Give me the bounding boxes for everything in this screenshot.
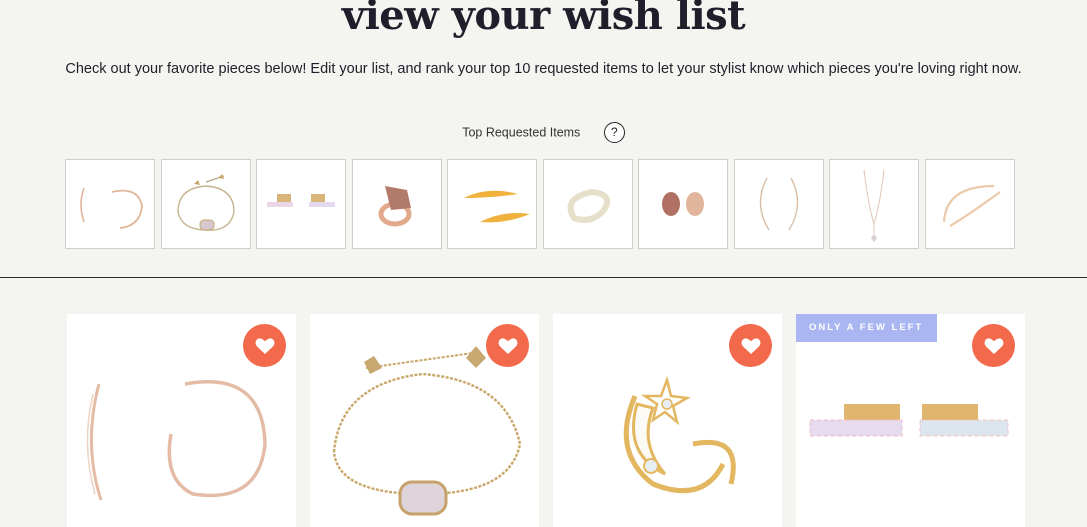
ear-climber-icon[interactable]	[447, 159, 537, 249]
wishlist-card-chain-bracelet[interactable]	[310, 314, 539, 527]
wishlist-grid: ONLY A FEW LEFT	[67, 314, 1039, 527]
heart-icon[interactable]	[243, 324, 286, 367]
bracelet-icon[interactable]	[160, 159, 251, 249]
top-requested-header: Top Requested Items ?	[0, 122, 1087, 143]
cuff-ring-icon[interactable]	[542, 159, 633, 249]
wishlist-card-hoop-earrings[interactable]	[67, 314, 296, 527]
cuff-bracelet-icon[interactable]	[924, 159, 1015, 249]
moon-star-ring-image	[623, 375, 736, 494]
heart-icon[interactable]	[729, 324, 772, 367]
page-title: view your wish list	[341, 0, 746, 39]
section-divider	[0, 277, 1087, 278]
necklace-icon[interactable]	[829, 159, 919, 249]
threader-earrings-icon[interactable]	[733, 159, 824, 249]
stock-badge: ONLY A FEW LEFT	[796, 314, 938, 342]
wishlist-card-moon-star-ring[interactable]	[553, 314, 782, 527]
hoop-earrings-image	[86, 380, 267, 501]
page-subtitle: Check out your favorite pieces below! Ed…	[65, 61, 1022, 77]
hoop-earrings-icon[interactable]	[65, 159, 155, 249]
help-icon[interactable]: ?	[603, 122, 625, 143]
stud-earrings-icon[interactable]	[638, 159, 728, 249]
ring-icon[interactable]	[351, 159, 442, 249]
bar-earrings-icon[interactable]	[256, 159, 346, 249]
wishlist-card-bar-earrings[interactable]: ONLY A FEW LEFT	[796, 314, 1025, 527]
chain-bracelet-image	[332, 346, 522, 516]
top-requested-label: Top Requested Items	[462, 125, 581, 140]
bar-earrings-image	[809, 404, 1009, 437]
top-requested-list	[65, 159, 1020, 249]
heart-icon[interactable]	[972, 324, 1015, 367]
heart-icon[interactable]	[486, 324, 529, 367]
